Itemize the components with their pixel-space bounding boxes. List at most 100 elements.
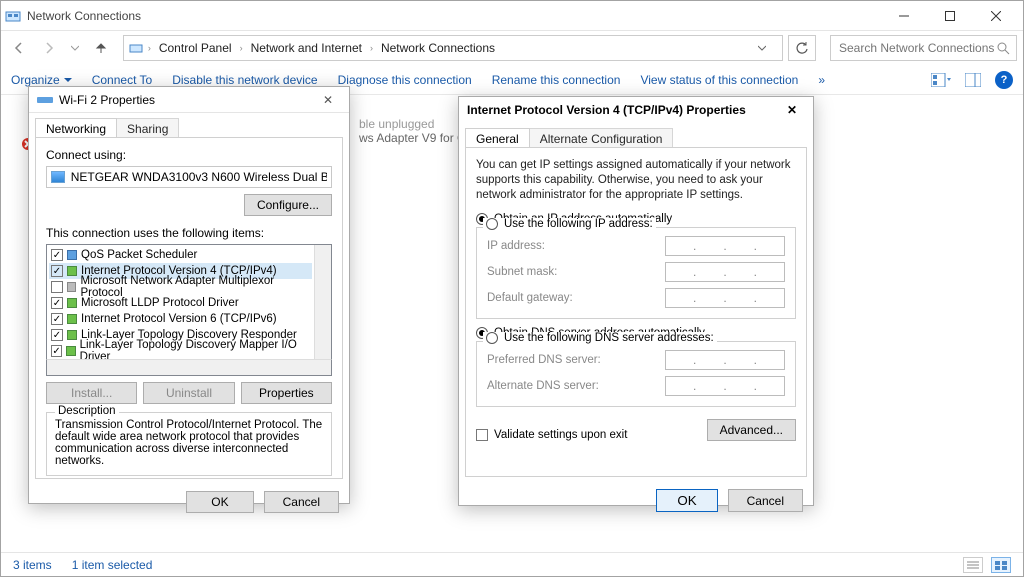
close-button[interactable] (973, 2, 1019, 30)
protocol-icon (66, 346, 75, 356)
search-box[interactable] (830, 35, 1017, 61)
dialog-titlebar: Wi-Fi 2 Properties ✕ (29, 87, 349, 113)
breadcrumb-network-internet[interactable]: Network and Internet (247, 39, 366, 57)
alternate-dns-field[interactable]: ... (665, 376, 785, 396)
checkbox[interactable]: ✓ (51, 329, 63, 341)
adapter-name: NETGEAR WNDA3100v3 N600 Wireless Dual Ba… (71, 170, 327, 184)
forward-button[interactable] (37, 35, 61, 61)
use-following-ip-radio[interactable]: Use the following IP address: (483, 218, 656, 230)
close-button[interactable]: ✕ (315, 93, 341, 107)
item-label: Microsoft LLDP Protocol Driver (81, 297, 239, 309)
scrollbar-vertical[interactable] (314, 245, 331, 359)
checkbox[interactable]: ✓ (51, 249, 63, 261)
list-item[interactable]: ✓Link-Layer Topology Discovery Mapper I/… (49, 343, 312, 359)
checkbox[interactable]: ✓ (51, 313, 63, 325)
dialog-title: Internet Protocol Version 4 (TCP/IPv4) P… (467, 103, 746, 117)
up-button[interactable] (89, 35, 113, 61)
item-label: Internet Protocol Version 6 (TCP/IPv6) (81, 313, 277, 325)
status-selected-count: 1 item selected (72, 558, 153, 572)
large-icons-view-button[interactable] (991, 557, 1011, 573)
help-button[interactable]: ? (995, 71, 1013, 89)
window-title: Network Connections (27, 9, 881, 23)
cancel-button[interactable]: Cancel (264, 491, 339, 513)
tab-alternate-config[interactable]: Alternate Configuration (529, 128, 674, 148)
use-following-dns-radio[interactable]: Use the following DNS server addresses: (483, 332, 717, 344)
ok-button[interactable]: OK (656, 489, 717, 512)
protocol-icon (67, 282, 77, 292)
items-listbox[interactable]: ✓ QoS Packet Scheduler ✓ Internet Protocol … (46, 244, 332, 360)
address-bar[interactable]: › Control Panel › Network and Internet ›… (123, 35, 783, 61)
view-status-cmd[interactable]: View status of this connection (640, 73, 798, 87)
back-button[interactable] (7, 35, 31, 61)
close-button[interactable]: ✕ (779, 103, 805, 117)
dialog-title: Wi-Fi 2 Properties (59, 93, 155, 107)
items-label: This connection uses the following items… (46, 226, 332, 240)
more-cmds[interactable]: » (818, 73, 825, 87)
subnet-mask-label: Subnet mask: (487, 266, 665, 278)
connect-using-label: Connect using: (46, 148, 332, 162)
window-icon (5, 8, 21, 24)
connect-to-cmd[interactable]: Connect To (92, 73, 153, 87)
description-text: Transmission Control Protocol/Internet P… (55, 419, 323, 467)
tab-general[interactable]: General (465, 128, 530, 148)
list-item[interactable]: Microsoft Network Adapter Multiplexor Pr… (49, 279, 312, 295)
adapter-icon (37, 94, 53, 106)
chevron-right-icon: › (238, 43, 245, 53)
preview-pane-button[interactable] (965, 73, 981, 87)
tab-networking[interactable]: Networking (35, 118, 117, 138)
breadcrumb-control-panel[interactable]: Control Panel (155, 39, 236, 57)
protocol-icon (67, 314, 77, 324)
tabstrip: Networking Sharing (29, 113, 349, 137)
install-button[interactable]: Install... (46, 382, 137, 404)
validate-settings-checkbox[interactable]: Validate settings upon exit (476, 429, 627, 441)
refresh-button[interactable] (788, 35, 816, 61)
protocol-icon (67, 266, 77, 276)
description-label: Description (55, 405, 119, 417)
configure-button[interactable]: Configure... (244, 194, 332, 216)
ip-address-field[interactable]: ... (665, 236, 785, 256)
preferred-dns-field[interactable]: ... (665, 350, 785, 370)
tabstrip: General Alternate Configuration (459, 123, 813, 147)
change-view-button[interactable] (931, 73, 951, 87)
scrollbar-horizontal[interactable] (46, 359, 332, 376)
recent-dropdown[interactable] (68, 35, 83, 61)
checkbox[interactable] (51, 281, 63, 293)
disable-device-cmd[interactable]: Disable this network device (172, 73, 317, 87)
preferred-dns-label: Preferred DNS server: (487, 354, 665, 366)
description-group: Description Transmission Control Protoco… (46, 412, 332, 476)
tab-sharing[interactable]: Sharing (116, 118, 179, 138)
default-gateway-label: Default gateway: (487, 292, 665, 304)
organize-menu[interactable]: Organize (11, 73, 72, 87)
checkbox[interactable]: ✓ (51, 297, 63, 309)
adapter-icon (51, 171, 65, 183)
diagnose-cmd[interactable]: Diagnose this connection (338, 73, 472, 87)
rename-cmd[interactable]: Rename this connection (492, 73, 621, 87)
list-item[interactable]: ✓ QoS Packet Scheduler (49, 247, 312, 263)
status-bar: 3 items 1 item selected (1, 552, 1023, 576)
ok-button[interactable]: OK (186, 491, 253, 513)
list-item[interactable]: ✓ Internet Protocol Version 6 (TCP/IPv6) (49, 311, 312, 327)
search-input[interactable] (837, 40, 996, 56)
cancel-button[interactable]: Cancel (728, 489, 803, 512)
uninstall-button[interactable]: Uninstall (143, 382, 234, 404)
checkbox[interactable]: ✓ (51, 345, 62, 357)
search-icon[interactable] (996, 41, 1010, 55)
adapter-field[interactable]: NETGEAR WNDA3100v3 N600 Wireless Dual Ba… (46, 166, 332, 188)
checkbox[interactable]: ✓ (51, 265, 63, 277)
default-gateway-field[interactable]: ... (665, 288, 785, 308)
protocol-icon (67, 330, 77, 340)
advanced-button[interactable]: Advanced... (707, 419, 796, 441)
chevron-right-icon: › (146, 43, 153, 53)
static-dns-group: Use the following DNS server addresses: … (476, 341, 796, 407)
subnet-mask-field[interactable]: ... (665, 262, 785, 282)
details-view-button[interactable] (963, 557, 983, 573)
chevron-right-icon: › (368, 43, 375, 53)
minimize-button[interactable] (881, 2, 927, 30)
static-ip-group: Use the following IP address: IP address… (476, 227, 796, 319)
properties-button[interactable]: Properties (241, 382, 332, 404)
address-dropdown[interactable] (758, 44, 778, 52)
alternate-dns-label: Alternate DNS server: (487, 380, 665, 392)
maximize-button[interactable] (927, 2, 973, 30)
item-label: QoS Packet Scheduler (81, 249, 197, 261)
breadcrumb-network-connections[interactable]: Network Connections (377, 39, 499, 57)
